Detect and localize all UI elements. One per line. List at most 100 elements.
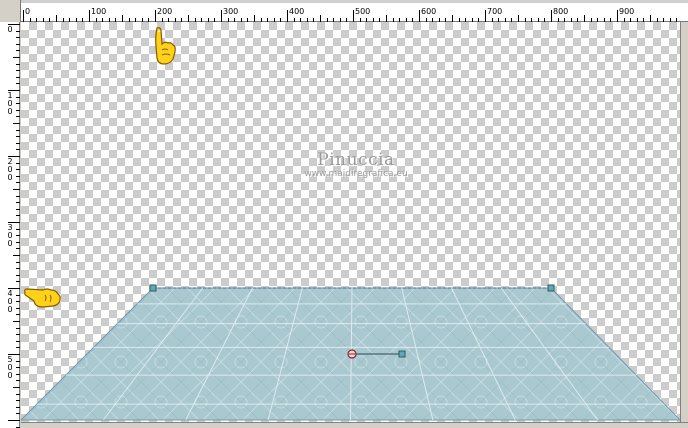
ruler-tick [16,182,20,183]
ruler-tick [16,367,20,368]
vruler-label-500: 5 0 0 [7,355,13,380]
ruler-tick [16,37,20,38]
ruler-tick [16,400,20,401]
ruler-tick [16,413,20,414]
ruler-tick [16,394,20,395]
ruler-tick [16,83,20,84]
ruler-tick [287,10,288,22]
ruler-tick [122,15,123,22]
ruler-tick [13,321,20,322]
ruler-tick [16,44,20,45]
ruler-tick [155,10,156,22]
ruler-tick [56,15,57,22]
ruler-tick [485,10,486,22]
ruler-tick [16,209,20,210]
ruler-tick [13,189,20,190]
ruler-tick [16,130,20,131]
image-canvas[interactable]: Pinuccia www.maidiregrafica.eu [21,22,680,422]
ruler-tick [16,334,20,335]
vruler-label-0: 0 [7,25,13,34]
ruler-tick [16,103,20,104]
ruler-tick [13,123,20,124]
ruler-tick [16,341,20,342]
ruler-label-400: 400 [289,7,305,16]
perspective-floor-layer [21,284,680,421]
ruler-tick [16,248,20,249]
ruler-top-strip [0,0,688,3]
ruler-tick [16,235,20,236]
ruler-tick [16,262,20,263]
ruler-tick [386,15,387,22]
ruler-tick [650,15,651,22]
horizontal-ruler[interactable]: 0 100 200 300 400 500 600 700 800 900 [0,0,688,22]
ruler-tick [188,15,189,22]
ruler-tick [16,242,20,243]
ruler-label-200: 200 [157,7,173,16]
ruler-tick [16,143,20,144]
ruler-tick [13,57,20,58]
ruler-tick [16,77,20,78]
ruler-label-600: 600 [421,7,437,16]
corner-handle-top-left[interactable] [149,284,157,292]
rotation-pivot-icon[interactable] [347,349,357,359]
ruler-tick [551,10,552,22]
ruler-tick [584,15,585,22]
ruler-tick [16,374,20,375]
ruler-tick [16,97,20,98]
ruler-label-100: 100 [91,7,107,16]
ruler-tick [16,380,20,381]
ruler-tick [16,64,20,65]
ruler-tick [16,361,20,362]
ruler-tick [16,295,20,296]
ruler-tick [16,163,20,164]
ruler-tick [518,15,519,22]
ruler-tick [16,149,20,150]
ruler-tick [221,10,222,22]
ruler-tick [16,110,20,111]
ruler-tick [13,255,20,256]
ruler-tick [16,229,20,230]
vruler-label-300: 3 0 0 [7,223,13,248]
ruler-tick [16,136,20,137]
ruler-tick [16,202,20,203]
vruler-label-400: 4 0 0 [7,289,13,314]
ruler-tick [16,196,20,197]
ruler-tick [16,176,20,177]
ruler-tick [16,281,20,282]
ruler-tick [89,10,90,22]
ruler-tick [16,314,20,315]
ruler-label-700: 700 [487,7,503,16]
ruler-label-300: 300 [223,7,239,16]
ruler-tick [16,328,20,329]
ruler-tick [23,10,24,22]
ruler-tick [16,407,20,408]
rotation-handle-icon[interactable] [398,350,406,358]
ruler-tick [452,15,453,22]
ruler-tick [16,50,20,51]
ruler-label-800: 800 [553,7,569,16]
ruler-tick [16,70,20,71]
ruler-corner [0,0,21,22]
ruler-tick [8,420,20,421]
ruler-tick [353,10,354,22]
ruler-label-0: 0 [25,7,31,16]
image-editor-window: 0 100 200 300 400 500 600 700 800 900 0 … [0,0,688,428]
ruler-tick [16,169,20,170]
ruler-tick [16,268,20,269]
ruler-tick [419,10,420,22]
corner-handle-top-right[interactable] [547,284,555,292]
canvas-bottom-border [21,422,688,428]
ruler-tick [320,15,321,22]
ruler-tick [16,215,20,216]
vruler-label-200: 2 0 0 [7,157,13,182]
ruler-tick [16,347,20,348]
vruler-label-100: 1 0 0 [7,91,13,116]
ruler-label-900: 900 [619,7,635,16]
canvas-right-border [680,22,688,428]
hand-pointing-right-icon [24,288,61,308]
ruler-tick [16,31,20,32]
vertical-ruler[interactable]: 0 1 0 0 2 0 0 3 0 0 4 0 0 5 0 0 [0,22,20,428]
ruler-tick [254,15,255,22]
hand-pointing-down-icon [155,27,176,65]
ruler-tick [16,308,20,309]
